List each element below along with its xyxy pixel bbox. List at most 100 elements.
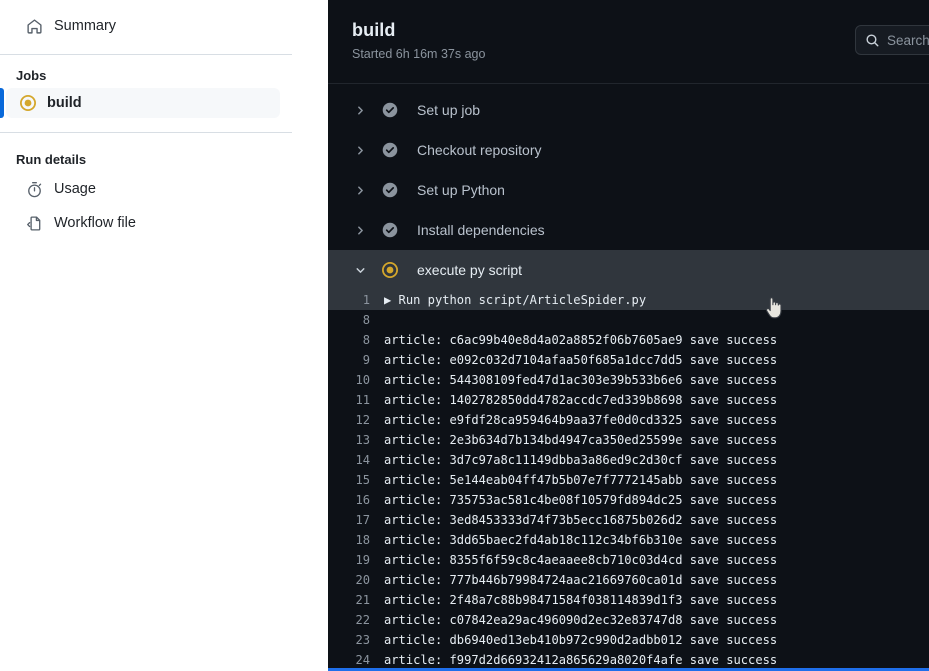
job-log-panel: build Started 6h 16m 37s ago Search logs…: [328, 0, 929, 671]
log-line-text: article: f997d2d66932412a865629a8020f4af…: [384, 653, 778, 667]
log-line: 18 article: 3dd65baec2fd4ab18c112c34bf6b3…: [328, 530, 929, 550]
log-line-number: 10: [355, 373, 370, 387]
in-progress-icon: [382, 262, 398, 278]
sidebar-item-job-build[interactable]: build: [0, 88, 280, 118]
search-input[interactable]: Search logs: [855, 25, 929, 55]
log-line-number: 9: [362, 353, 370, 367]
job-header: build Started 6h 16m 37s ago Search logs: [328, 0, 929, 84]
log-line: 10 article: 544308109fed47d1ac303e39b533b…: [328, 370, 929, 390]
home-icon: [26, 18, 43, 35]
steps-list: Set up job Checkout repository Set up Pyth…: [328, 84, 929, 290]
chevron-right-icon: [352, 102, 368, 118]
check-circle-icon: [382, 142, 398, 158]
log-line: 13 article: 2e3b634d7b134bd4947ca350ed255…: [328, 430, 929, 450]
log-line: 12 article: e9fdf28ca959464b9aa37fe0d0cd3…: [328, 410, 929, 430]
in-progress-icon: [20, 95, 36, 111]
log-line-number: 24: [355, 653, 370, 667]
log-output[interactable]: 1 ▶ Run python script/ArticleSpider.py 8 8 a…: [328, 290, 929, 670]
job-started-text: Started 6h 16m 37s ago: [352, 47, 486, 61]
log-line-text: article: 1402782850dd4782accdc7ed339b869…: [384, 393, 778, 407]
check-circle-icon: [382, 102, 398, 118]
file-code-icon: [26, 215, 43, 232]
log-line-text: article: e9fdf28ca959464b9aa37fe0d0cd332…: [384, 413, 778, 427]
log-line-number: 17: [355, 513, 370, 527]
log-line-number: 1: [362, 293, 370, 307]
log-line: 15 article: 5e144eab04ff47b5b07e7f7772145…: [328, 470, 929, 490]
search-icon: [865, 33, 880, 48]
log-line: 1 ▶ Run python script/ArticleSpider.py: [328, 290, 929, 310]
step-row[interactable]: Install dependencies: [328, 210, 929, 250]
log-line: 14 article: 3d7c97a8c11149dbba3a86ed9c2d3…: [328, 450, 929, 470]
stopwatch-icon: [26, 181, 43, 198]
step-label: Install dependencies: [417, 222, 545, 238]
step-label: Set up job: [417, 102, 481, 118]
step-row[interactable]: execute py script: [328, 250, 929, 290]
log-line-text: article: 8355f6f59c8c4aeaaee8cb710c03d4c…: [384, 553, 778, 567]
sidebar-divider-1: [0, 54, 292, 55]
log-line-text: article: 2e3b634d7b134bd4947ca350ed25599…: [384, 433, 778, 447]
step-label: Checkout repository: [417, 142, 542, 158]
check-circle-icon: [382, 222, 398, 238]
log-line-text: article: 3d7c97a8c11149dbba3a86ed9c2d30c…: [384, 453, 778, 467]
log-line-number: 14: [355, 453, 370, 467]
log-line-number: 12: [355, 413, 370, 427]
run-sidebar: Summary Jobs build Run details Usage Wor…: [0, 0, 300, 671]
log-line-text: article: 3ed8453333d74f73b5ecc16875b026d…: [384, 513, 778, 527]
log-line-text: article: 777b446b79984724aac21669760ca01…: [384, 573, 778, 587]
chevron-right-icon: [352, 182, 368, 198]
log-line-number: 13: [355, 433, 370, 447]
log-line-text: article: 2f48a7c88b98471584f038114839d1f…: [384, 593, 778, 607]
sidebar-item-label: Summary: [54, 18, 117, 34]
log-line-text: article: e092c032d7104afaa50f685a1dcc7dd…: [384, 353, 778, 367]
step-label: Set up Python: [417, 182, 505, 198]
log-line-text: article: 3dd65baec2fd4ab18c112c34bf6b310…: [384, 533, 778, 547]
sidebar-job-label: build: [47, 95, 82, 111]
step-row[interactable]: Checkout repository: [328, 130, 929, 170]
sidebar-item-summary[interactable]: Summary: [14, 9, 300, 43]
log-group-header[interactable]: ▶ Run python script/ArticleSpider.py: [384, 290, 646, 310]
log-line-number: 8: [362, 313, 370, 327]
log-line-text: article: 735753ac581c4be08f10579fd894dc2…: [384, 493, 778, 507]
chevron-right-icon: [352, 222, 368, 238]
log-line: 8: [328, 310, 929, 330]
chevron-down-icon: [352, 262, 368, 278]
step-label: execute py script: [417, 262, 523, 278]
sidebar-item-label: Usage: [54, 181, 96, 197]
log-line: 24 article: f997d2d66932412a865629a8020f4…: [328, 650, 929, 670]
log-line: 11 article: 1402782850dd4782accdc7ed339b8…: [328, 390, 929, 410]
log-line: 17 article: 3ed8453333d74f73b5ecc16875b02…: [328, 510, 929, 530]
log-line-text: article: 544308109fed47d1ac303e39b533b6e…: [384, 373, 778, 387]
log-line-number: 8: [362, 333, 370, 347]
log-line-number: 18: [355, 533, 370, 547]
log-line: 8 article: c6ac99b40e8d4a02a8852f06b7605a…: [328, 330, 929, 350]
log-line-number: 19: [355, 553, 370, 567]
check-circle-icon: [382, 182, 398, 198]
log-line-text: article: c6ac99b40e8d4a02a8852f06b7605ae…: [384, 333, 778, 347]
page-title: build: [352, 20, 396, 40]
log-line-number: 11: [355, 393, 370, 407]
log-line: 9 article: e092c032d7104afaa50f685a1dcc7d…: [328, 350, 929, 370]
search-placeholder: Search logs: [887, 32, 929, 48]
log-line-number: 15: [355, 473, 370, 487]
log-line: 16 article: 735753ac581c4be08f10579fd894d…: [328, 490, 929, 510]
log-line: 21 article: 2f48a7c88b98471584f038114839d…: [328, 590, 929, 610]
log-line-number: 21: [355, 593, 370, 607]
workflow-run-page: Summary Jobs build Run details Usage Wor…: [0, 0, 929, 671]
sidebar-item-workflow-file[interactable]: Workflow file: [14, 206, 300, 240]
log-line: 22 article: c07842ea29ac496090d2ec32e8374…: [328, 610, 929, 630]
log-line-text: article: 5e144eab04ff47b5b07e7f7772145ab…: [384, 473, 778, 487]
log-line-number: 16: [355, 493, 370, 507]
chevron-right-icon: [352, 142, 368, 158]
sidebar-divider-2: [0, 132, 292, 133]
log-line: 20 article: 777b446b79984724aac21669760ca…: [328, 570, 929, 590]
log-line: 23 article: db6940ed13eb410b972c990d2adbb…: [328, 630, 929, 650]
log-line-text: article: db6940ed13eb410b972c990d2adbb01…: [384, 633, 778, 647]
step-row[interactable]: Set up job: [328, 90, 929, 130]
sidebar-item-usage[interactable]: Usage: [14, 172, 300, 206]
log-line-number: 20: [355, 573, 370, 587]
log-line-number: 22: [355, 613, 370, 627]
sidebar-section-jobs: Jobs: [16, 68, 47, 83]
sidebar-item-label: Workflow file: [54, 215, 136, 231]
sidebar-section-run-details: Run details: [16, 152, 87, 167]
step-row[interactable]: Set up Python: [328, 170, 929, 210]
